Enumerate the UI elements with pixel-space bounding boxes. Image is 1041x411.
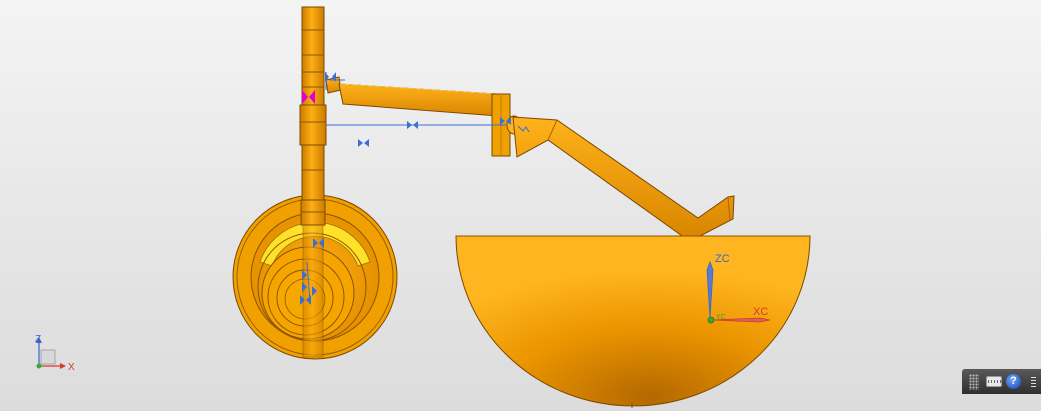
lower-arm-part[interactable] — [512, 116, 735, 239]
xc-label: XC — [753, 306, 768, 318]
grip-icon[interactable] — [966, 373, 982, 390]
help-glyph: ? — [1006, 374, 1021, 389]
view-triad-box-icon — [40, 349, 56, 365]
zc-label: ZC — [715, 253, 730, 265]
yc-label: YC — [716, 314, 726, 321]
graphics-viewport[interactable]: ZC XC YC Z X — [0, 0, 1041, 411]
gear-stack-part[interactable] — [299, 6, 327, 358]
help-icon[interactable]: ? — [1006, 374, 1022, 390]
view-x-label: X — [68, 362, 75, 373]
upper-arm-part[interactable] — [325, 76, 499, 117]
view-triad: Z X — [35, 334, 75, 373]
keyboard-icon[interactable] — [985, 374, 1002, 390]
status-toolbar: ? — [962, 369, 1041, 394]
view-z-label: Z — [35, 334, 41, 345]
menu-icon[interactable] — [1025, 374, 1041, 390]
wcs-origin-icon — [707, 316, 715, 324]
